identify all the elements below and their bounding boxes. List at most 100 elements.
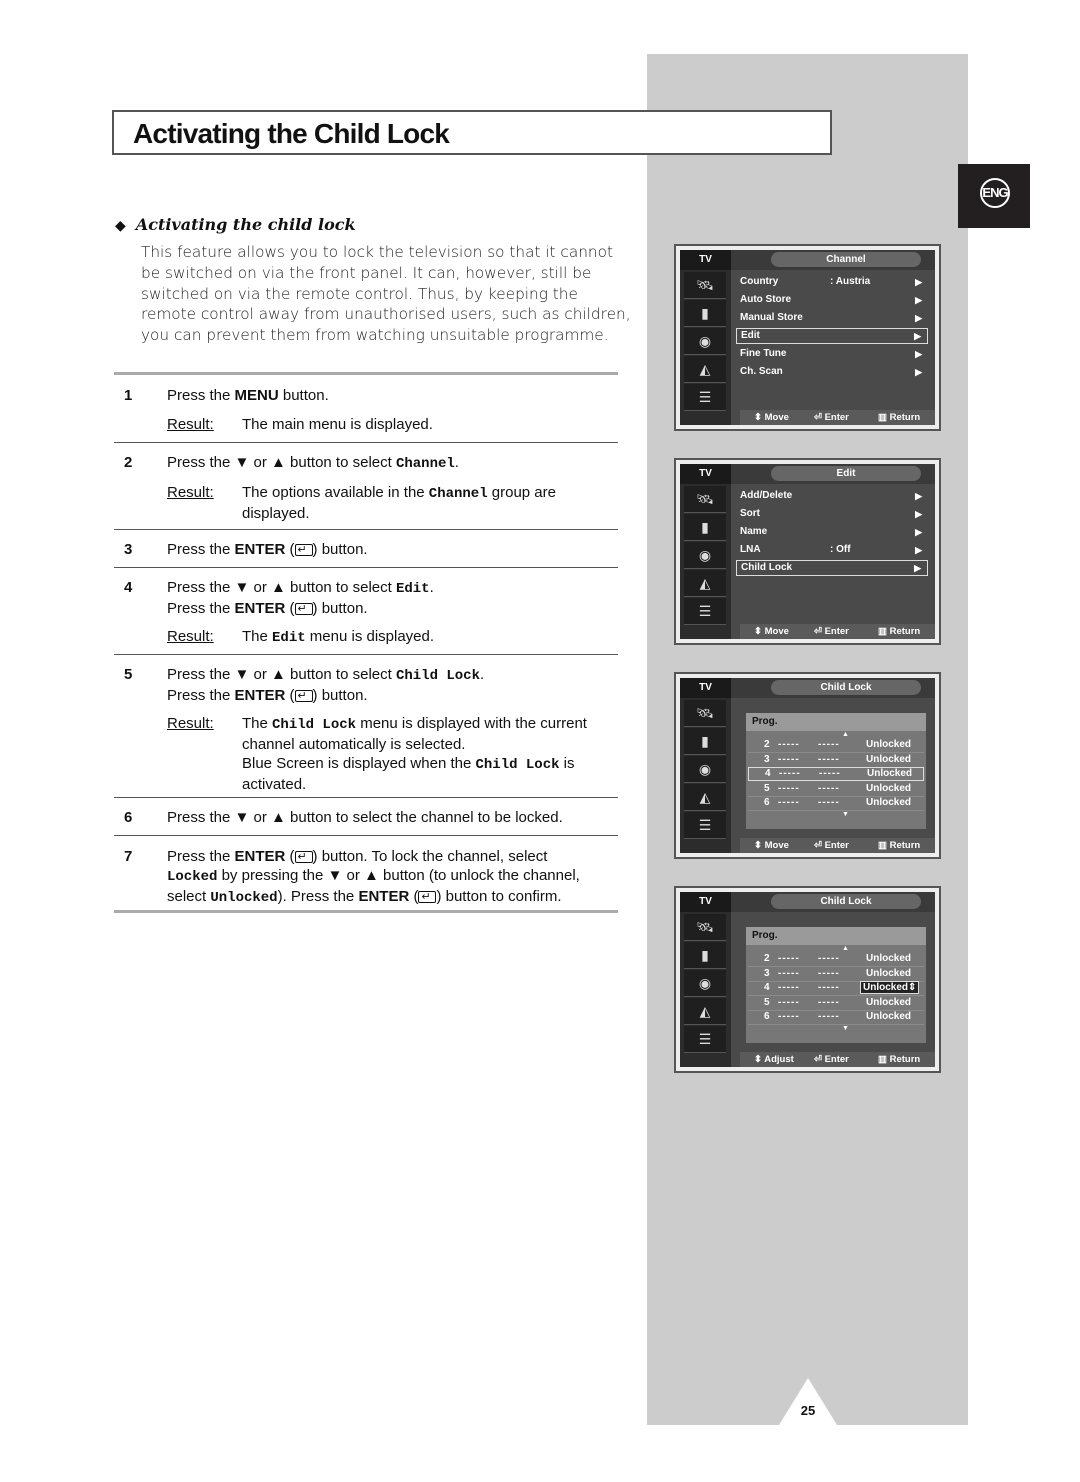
- setup-icon: ☰: [684, 598, 726, 625]
- osd-menu-item[interactable]: Manual Store ▶: [736, 310, 928, 326]
- antenna-icon: 🛰: [684, 272, 726, 299]
- language-tab: ENG: [958, 164, 1030, 228]
- result-label: Result:: [167, 484, 214, 501]
- arrow-right-icon: ▶: [915, 545, 922, 555]
- tv-screen-1: TV 🛰 ▮ ◉ ◭ ☰ Channel Country: Austria ▶ Auto Stor…: [674, 244, 941, 431]
- channel-icon: ◭: [684, 784, 726, 811]
- enter-icon: [294, 541, 313, 560]
- page-number: 25: [800, 1403, 816, 1418]
- return-hint: ▥ Return: [878, 626, 921, 637]
- osd-footer: ⬍ Move ⏎ Enter ▥ Return: [740, 838, 935, 853]
- lock-status: Unlocked: [866, 953, 912, 964]
- osd-menu-item[interactable]: Sort ▶: [736, 506, 928, 522]
- prog-row[interactable]: 2 ----- ----- Unlocked: [748, 738, 924, 753]
- arrow-right-icon: ▶: [915, 295, 922, 305]
- move-hint: ⬍ Adjust: [754, 1054, 794, 1065]
- prog-row[interactable]: 3 ----- ----- Unlocked: [748, 967, 924, 982]
- prog-header: Prog.: [746, 713, 926, 731]
- osd-menu-item[interactable]: Name ▶: [736, 524, 928, 540]
- osd-menu-item[interactable]: Edit ▶: [736, 328, 928, 344]
- scroll-up-icon[interactable]: ▲: [842, 731, 849, 738]
- lock-status: Unlocked: [866, 753, 912, 765]
- arrow-right-icon: ▶: [915, 349, 922, 359]
- prog-row[interactable]: 2 ----- ----- Unlocked: [748, 952, 924, 967]
- step-instruction: Press the MENU button.: [167, 387, 329, 404]
- lock-status: Unlocked: [866, 967, 912, 979]
- prog-list: Prog. ▲ 2 ----- ----- Unlocked 3 ----- ----- Unlo…: [746, 927, 926, 1043]
- enter-icon: [418, 888, 437, 907]
- setup-icon: ☰: [684, 1026, 726, 1053]
- tv-label: TV: [680, 892, 731, 912]
- lock-status: Unlocked: [866, 782, 912, 794]
- prog-row[interactable]: 5 ----- ----- Unlocked: [748, 782, 924, 797]
- move-hint: ⬍ Move: [754, 412, 789, 423]
- result-text: The options available in the Channel gro…: [242, 484, 556, 522]
- divider: [114, 797, 618, 798]
- scroll-down-icon[interactable]: ▼: [842, 811, 849, 818]
- step-number: 7: [124, 848, 133, 865]
- channel-icon: ◭: [684, 570, 726, 597]
- tv-screen-3: TV 🛰 ▮ ◉ ◭ ☰ Child Lock Prog. ▲ 2 ----- ----- Unlock…: [674, 672, 941, 859]
- osd-footer: ⬍ Move ⏎ Enter ▥ Return: [740, 410, 935, 425]
- scroll-up-icon[interactable]: ▲: [842, 945, 849, 952]
- tv-label: TV: [680, 250, 731, 270]
- osd-menu-item[interactable]: LNA: Off ▶: [736, 542, 928, 558]
- osd-menu: TV 🛰 ▮ ◉ ◭ ☰ Channel Country: Austria ▶ Auto Stor…: [680, 250, 935, 425]
- osd-menu: TV 🛰 ▮ ◉ ◭ ☰ Edit Add/Delete ▶ Sort ▶ Name ▶ LNA: Off…: [680, 464, 935, 639]
- sound-icon: ◉: [684, 328, 726, 355]
- tv-label: TV: [680, 464, 731, 484]
- osd-menu-item[interactable]: Ch. Scan ▶: [736, 364, 928, 380]
- prog-row[interactable]: 4 ----- ----- Unlocked⇕: [748, 981, 924, 997]
- scroll-down-icon[interactable]: ▼: [842, 1025, 849, 1032]
- arrow-right-icon: ▶: [914, 331, 921, 341]
- prog-row[interactable]: 6 ----- ----- Unlocked: [748, 796, 924, 812]
- move-hint: ⬍ Move: [754, 626, 789, 637]
- osd-title: Edit: [771, 466, 921, 481]
- arrow-right-icon: ▶: [915, 313, 922, 323]
- arrow-right-icon: ▶: [915, 509, 922, 519]
- lock-status: Unlocked: [866, 739, 912, 750]
- osd-header: Child Lock: [731, 892, 935, 912]
- arrow-right-icon: ▶: [915, 277, 922, 287]
- tv-screen-4: TV 🛰 ▮ ◉ ◭ ☰ Child Lock Prog. ▲ 2 ----- ----- Unlock…: [674, 886, 941, 1073]
- move-hint: ⬍ Move: [754, 840, 789, 851]
- prog-row[interactable]: 3 ----- ----- Unlocked: [748, 753, 924, 768]
- prog-row[interactable]: 4 ----- ----- Unlocked: [748, 767, 924, 782]
- osd-title: Channel: [771, 252, 921, 267]
- diamond-bullet-icon: ◆: [115, 218, 126, 234]
- return-hint: ▥ Return: [878, 1054, 921, 1065]
- prog-row[interactable]: 6 ----- ----- Unlocked: [748, 1010, 924, 1026]
- osd-menu-item[interactable]: Fine Tune ▶: [736, 346, 928, 362]
- return-hint: ▥ Return: [878, 840, 921, 851]
- enter-icon: [294, 687, 313, 706]
- step-instruction: Press the ▼ or ▲ button to select Edit. P…: [167, 578, 617, 619]
- enter-hint: ⏎ Enter: [814, 626, 849, 637]
- lock-status[interactable]: Unlocked⇕: [860, 981, 920, 995]
- osd-title: Child Lock: [771, 680, 921, 695]
- sound-icon: ◉: [684, 542, 726, 569]
- osd-menu-item[interactable]: Add/Delete ▶: [736, 488, 928, 504]
- osd-menu-item[interactable]: Child Lock ▶: [736, 560, 928, 576]
- page-title: Activating the Child Lock: [133, 118, 450, 149]
- step-instruction: Press the ▼ or ▲ button to select Channe…: [167, 454, 459, 472]
- section-heading: ◆ Activating the child lock: [115, 215, 356, 234]
- divider: [114, 654, 618, 655]
- lock-status: Unlocked: [866, 996, 912, 1008]
- prog-row[interactable]: 5 ----- ----- Unlocked: [748, 996, 924, 1011]
- step-number: 5: [124, 666, 133, 683]
- prog-list: Prog. ▲ 2 ----- ----- Unlocked 3 ----- ----- Unlo…: [746, 713, 926, 829]
- enter-hint: ⏎ Enter: [814, 412, 849, 423]
- osd-menu-item[interactable]: Auto Store ▶: [736, 292, 928, 308]
- result-text: The main menu is displayed.: [242, 416, 433, 433]
- lock-status: Unlocked: [866, 1011, 912, 1023]
- step-number: 1: [124, 387, 133, 404]
- osd-menu-item[interactable]: Country: Austria ▶: [736, 274, 928, 290]
- picture-icon: ▮: [684, 728, 726, 755]
- step-number: 4: [124, 579, 133, 596]
- enter-icon: [294, 600, 313, 619]
- return-hint: ▥ Return: [878, 412, 921, 423]
- result-label: Result:: [167, 715, 214, 732]
- antenna-icon: 🛰: [684, 486, 726, 513]
- sound-icon: ◉: [684, 756, 726, 783]
- osd-sidebar: TV 🛰 ▮ ◉ ◭ ☰: [680, 250, 731, 425]
